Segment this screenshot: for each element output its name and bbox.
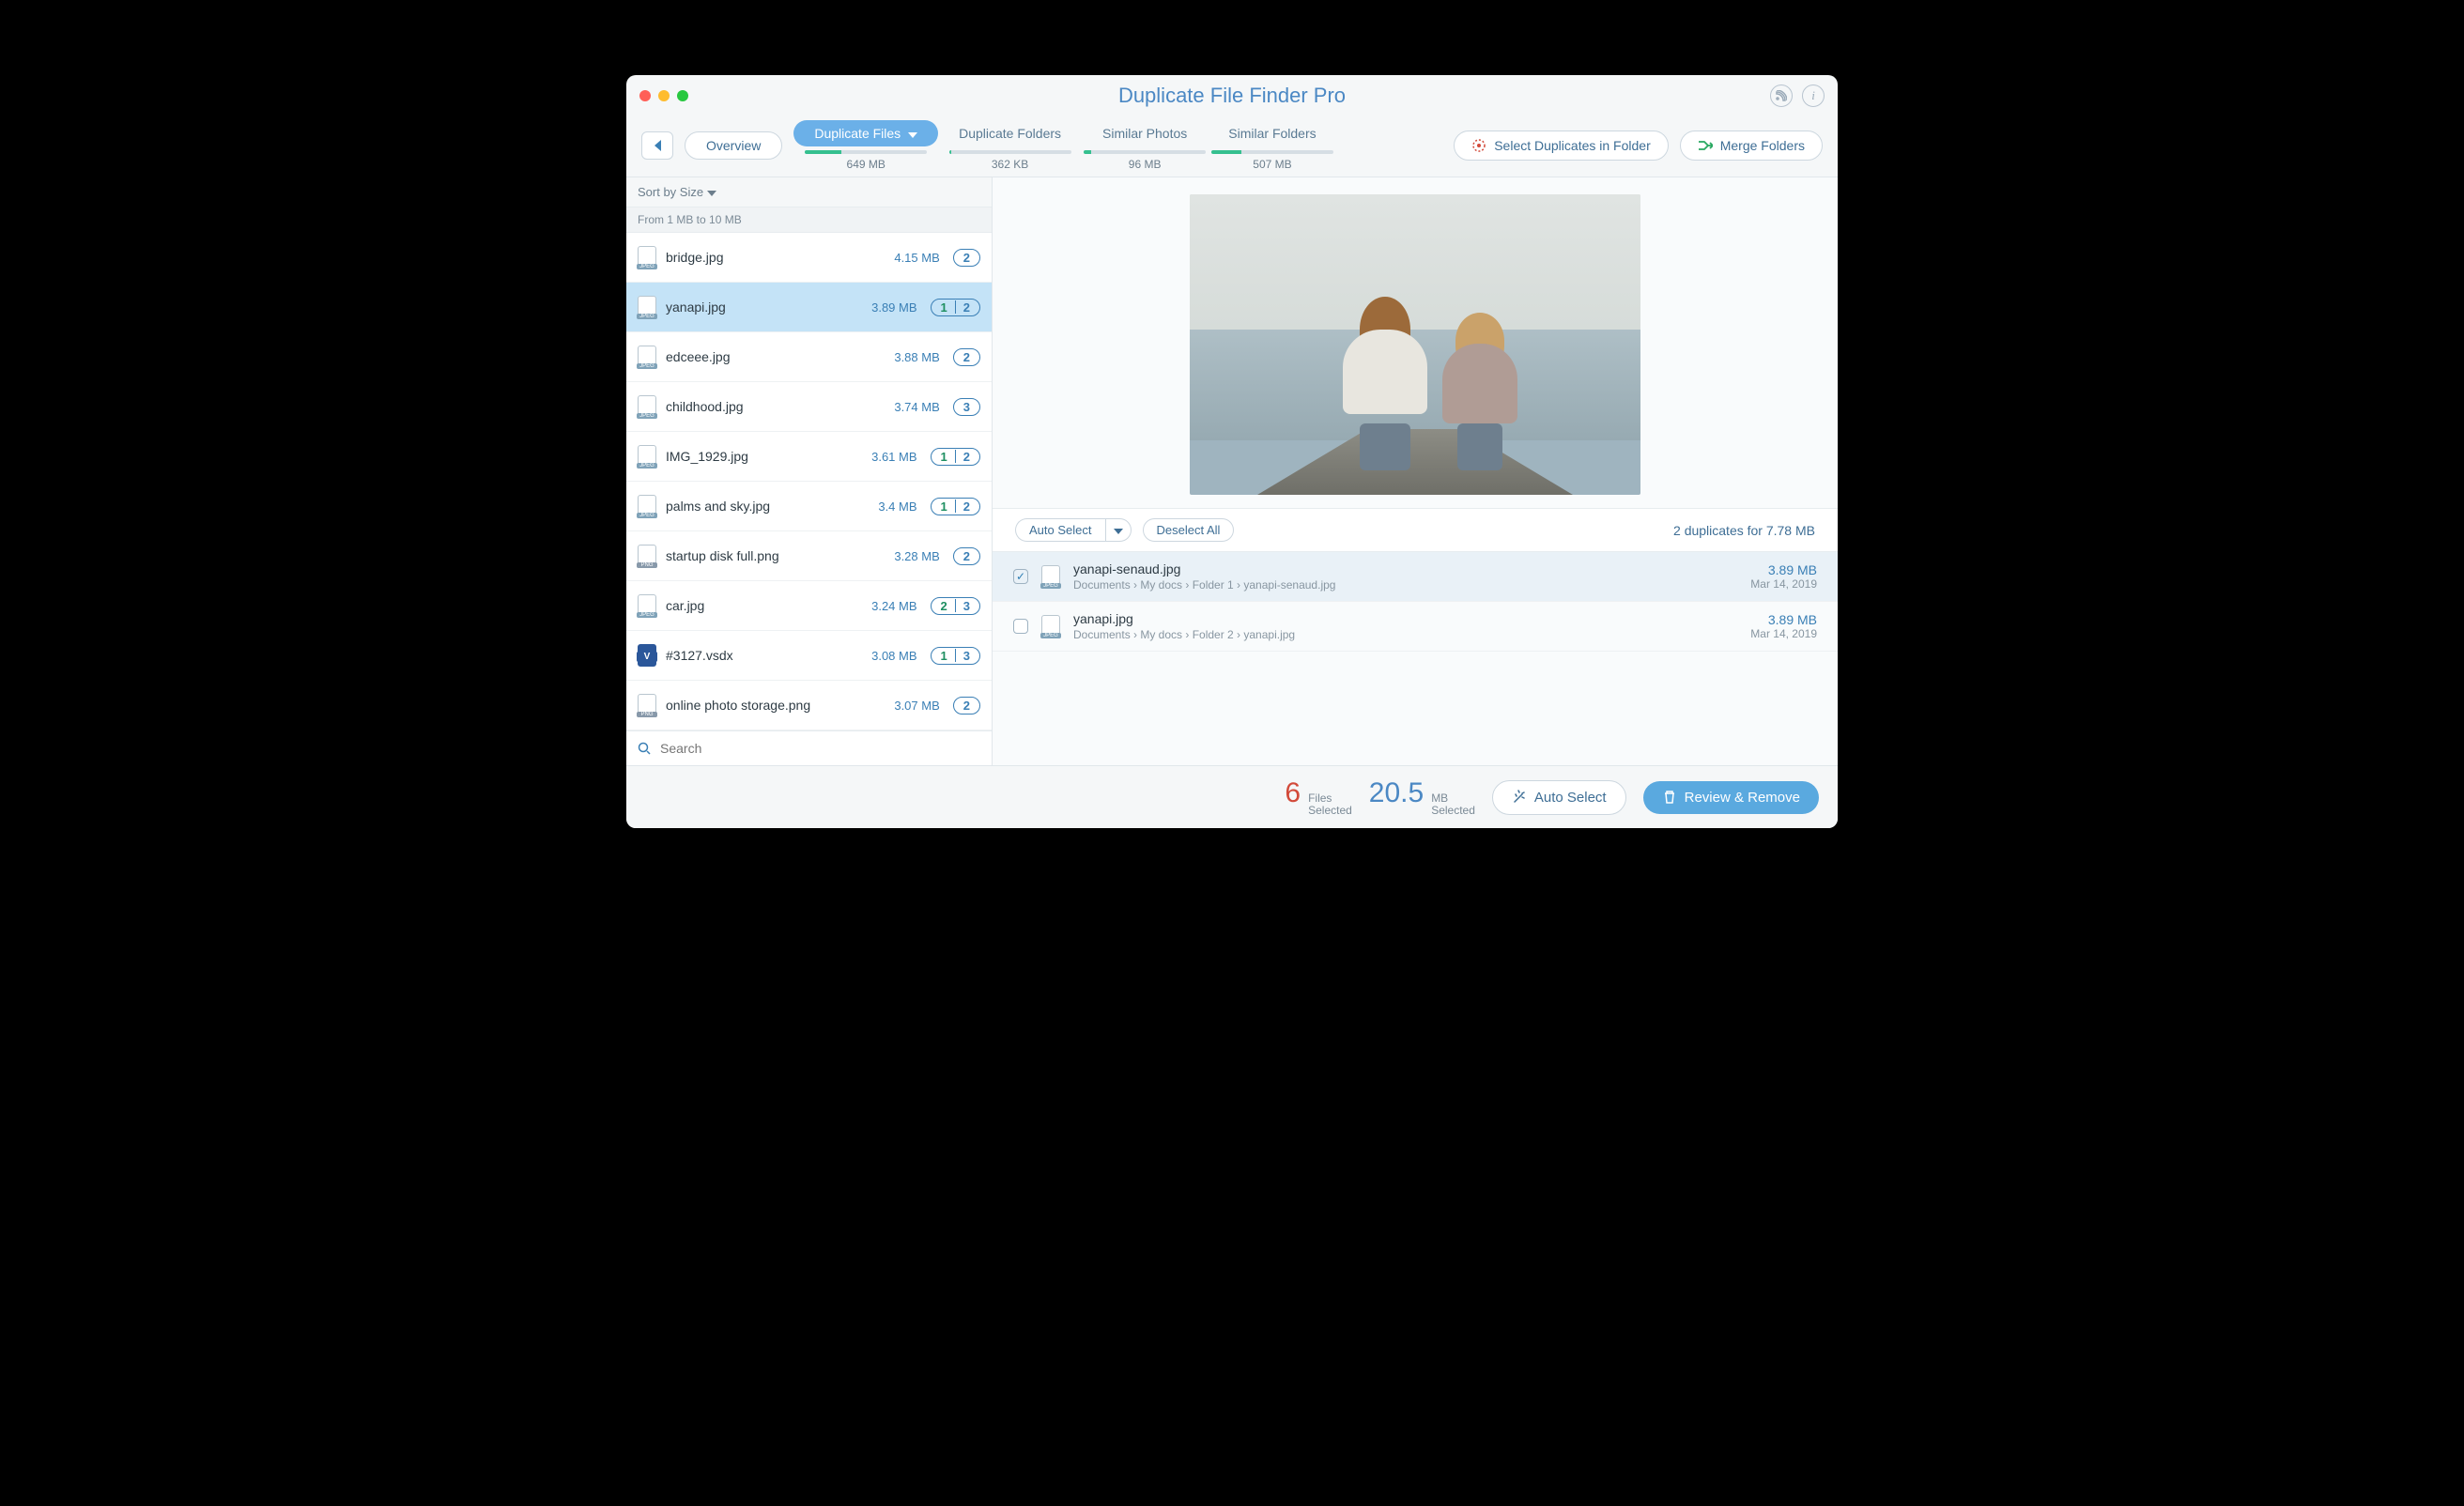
trash-icon (1662, 790, 1677, 805)
search-row (626, 730, 992, 765)
file-size: 3.88 MB (894, 350, 939, 364)
file-icon (638, 644, 656, 667)
footer-auto-select-button[interactable]: Auto Select (1492, 780, 1626, 815)
files-selected-stat: 6 Files Selected (1285, 777, 1351, 817)
file-size: 3.4 MB (878, 499, 916, 514)
file-row[interactable]: yanapi.jpg 3.89 MB 12 (626, 283, 992, 332)
merge-icon (1698, 138, 1713, 153)
tab-similar-folders[interactable]: Similar Folders (1208, 120, 1336, 146)
checkbox[interactable]: ✓ (1013, 569, 1028, 584)
preview-area (993, 177, 1838, 508)
search-icon (638, 742, 651, 755)
toolbar: Overview Duplicate Files 649 MB Duplicat… (626, 111, 1838, 177)
duplicate-date: Mar 14, 2019 (1750, 577, 1817, 591)
app-window: Duplicate File Finder Pro i Overview Dup… (626, 75, 1838, 828)
footer: 6 Files Selected 20.5 MB Selected Auto S… (626, 765, 1838, 828)
tab-size: 649 MB (847, 158, 886, 171)
file-icon (638, 346, 656, 368)
file-icon (638, 296, 656, 318)
tab-size: 507 MB (1253, 158, 1291, 171)
file-icon (638, 246, 656, 269)
deselect-all-button[interactable]: Deselect All (1143, 518, 1235, 542)
duplicate-date: Mar 14, 2019 (1750, 627, 1817, 640)
category-tabs: Duplicate Files 649 MB Duplicate Folders… (793, 120, 1336, 171)
auto-select-split-button: Auto Select (1015, 518, 1132, 542)
wand-icon (1512, 790, 1527, 805)
file-row[interactable]: #3127.vsdx 3.08 MB 13 (626, 631, 992, 681)
file-list[interactable]: bridge.jpg 4.15 MB 2 yanapi.jpg 3.89 MB … (626, 233, 992, 730)
back-button[interactable] (641, 131, 673, 160)
duplicate-list: ✓ yanapi-senaud.jpg Documents › My docs … (993, 552, 1838, 652)
file-size: 3.28 MB (894, 549, 939, 563)
titlebar: Duplicate File Finder Pro i (626, 75, 1838, 111)
file-row[interactable]: palms and sky.jpg 3.4 MB 12 (626, 482, 992, 531)
sort-dropdown[interactable]: Sort by Size (626, 177, 992, 207)
file-row[interactable]: IMG_1929.jpg 3.61 MB 12 (626, 432, 992, 482)
file-name: childhood.jpg (666, 399, 885, 414)
duplicate-row[interactable]: ✓ yanapi-senaud.jpg Documents › My docs … (993, 552, 1838, 602)
file-icon (638, 445, 656, 468)
size-selected-stat: 20.5 MB Selected (1369, 777, 1475, 817)
detail-pane: Auto Select Deselect All 2 duplicates fo… (993, 177, 1838, 765)
file-icon (638, 395, 656, 418)
file-size: 3.07 MB (894, 699, 939, 713)
file-name: car.jpg (666, 598, 862, 613)
duplicate-path: Documents › My docs › Folder 1 › yanapi-… (1073, 578, 1737, 592)
tab-size: 96 MB (1129, 158, 1162, 171)
merge-folders-button[interactable]: Merge Folders (1680, 131, 1823, 161)
auto-select-menu-button[interactable] (1105, 518, 1132, 542)
overview-button[interactable]: Overview (685, 131, 782, 160)
app-title: Duplicate File Finder Pro (626, 84, 1838, 108)
sidebar: Sort by Size From 1 MB to 10 MB bridge.j… (626, 177, 993, 765)
file-icon (1041, 615, 1060, 638)
file-icon (638, 495, 656, 517)
file-name: yanapi.jpg (666, 300, 862, 315)
file-row[interactable]: bridge.jpg 4.15 MB 2 (626, 233, 992, 283)
file-row[interactable]: childhood.jpg 3.74 MB 3 (626, 382, 992, 432)
file-icon (1041, 565, 1060, 588)
file-name: edceee.jpg (666, 349, 885, 364)
tab-duplicate-files[interactable]: Duplicate Files (793, 120, 938, 146)
file-icon (638, 694, 656, 716)
file-name: online photo storage.png (666, 698, 885, 713)
duplicate-path: Documents › My docs › Folder 2 › yanapi.… (1073, 628, 1737, 641)
tab-size: 362 KB (992, 158, 1028, 171)
file-row[interactable]: online photo storage.png 3.07 MB 2 (626, 681, 992, 730)
file-size: 3.08 MB (871, 649, 916, 663)
file-icon (638, 545, 656, 567)
tab-similar-photos[interactable]: Similar Photos (1082, 120, 1208, 146)
duplicate-name: yanapi.jpg (1073, 611, 1737, 626)
tab-duplicate-folders[interactable]: Duplicate Folders (938, 120, 1082, 146)
select-duplicates-in-folder-button[interactable]: Select Duplicates in Folder (1454, 131, 1669, 161)
file-name: startup disk full.png (666, 548, 885, 563)
duplicate-summary: 2 duplicates for 7.78 MB (1673, 523, 1815, 538)
auto-select-button[interactable]: Auto Select (1015, 518, 1105, 542)
review-remove-button[interactable]: Review & Remove (1643, 781, 1819, 814)
file-size: 4.15 MB (894, 251, 939, 265)
search-input[interactable] (660, 741, 980, 756)
file-row[interactable]: car.jpg 3.24 MB 23 (626, 581, 992, 631)
duplicate-row[interactable]: yanapi.jpg Documents › My docs › Folder … (993, 602, 1838, 652)
file-row[interactable]: startup disk full.png 3.28 MB 2 (626, 531, 992, 581)
file-row[interactable]: edceee.jpg 3.88 MB 2 (626, 332, 992, 382)
file-icon (638, 594, 656, 617)
duplicate-size: 3.89 MB (1750, 612, 1817, 627)
duplicate-size: 3.89 MB (1750, 562, 1817, 577)
file-size: 3.74 MB (894, 400, 939, 414)
file-size: 3.24 MB (871, 599, 916, 613)
size-group-header: From 1 MB to 10 MB (626, 207, 992, 233)
duplicate-toolbar: Auto Select Deselect All 2 duplicates fo… (993, 508, 1838, 552)
file-size: 3.61 MB (871, 450, 916, 464)
checkbox[interactable] (1013, 619, 1028, 634)
file-name: bridge.jpg (666, 250, 885, 265)
duplicate-name: yanapi-senaud.jpg (1073, 561, 1737, 576)
file-name: palms and sky.jpg (666, 499, 869, 514)
file-name: IMG_1929.jpg (666, 449, 862, 464)
file-size: 3.89 MB (871, 300, 916, 315)
target-icon (1471, 138, 1486, 153)
preview-image (1190, 194, 1640, 495)
file-name: #3127.vsdx (666, 648, 862, 663)
